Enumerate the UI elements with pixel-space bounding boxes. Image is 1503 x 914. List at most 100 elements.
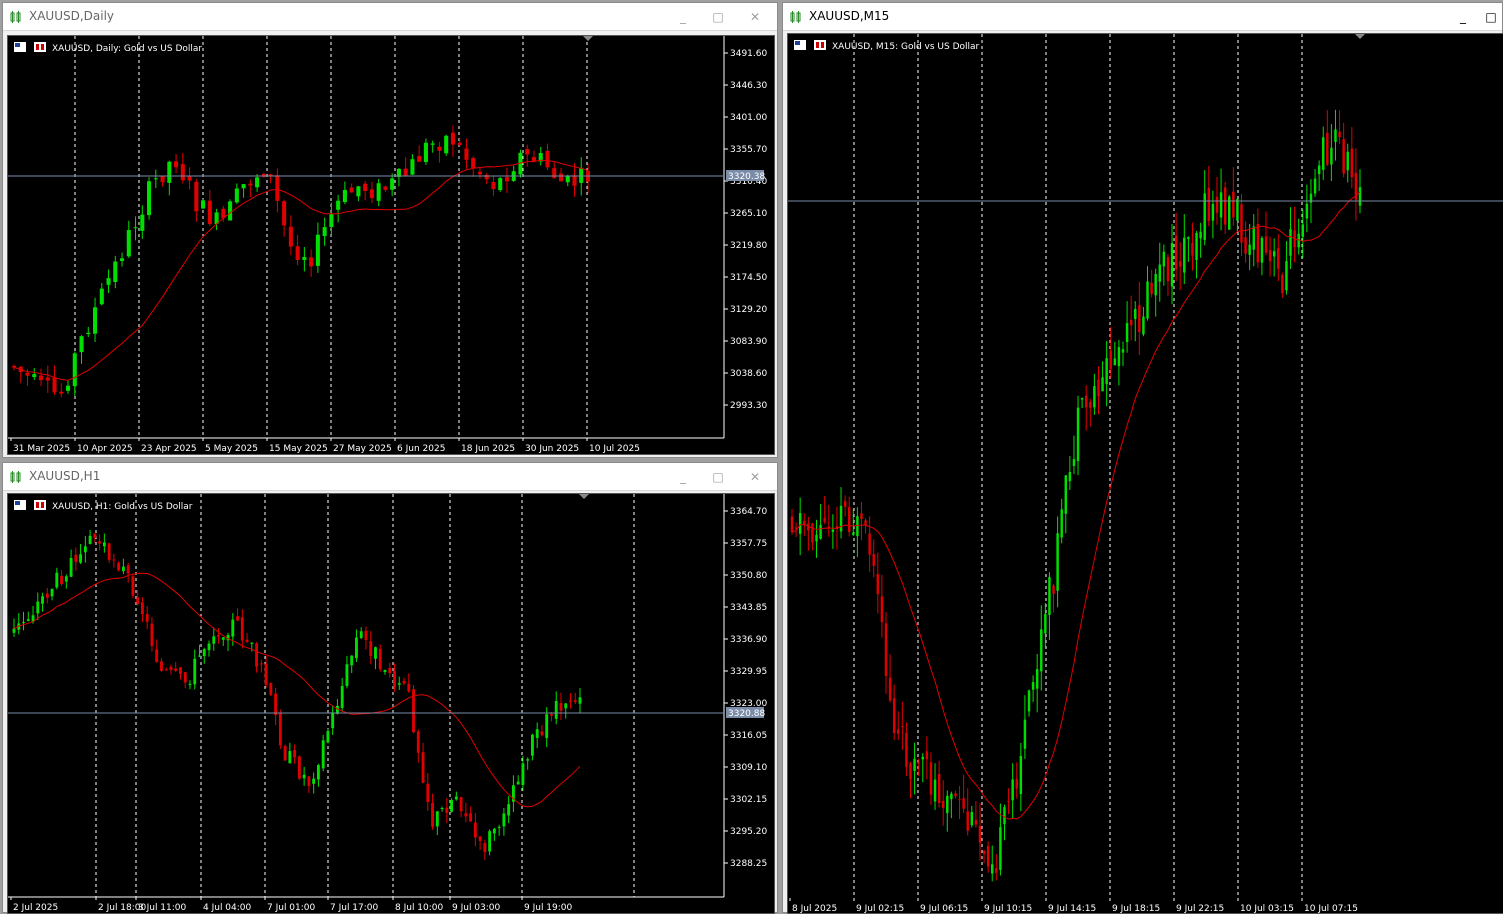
- titlebar-m15[interactable]: XAUUSD,M15 _ □: [783, 3, 1502, 31]
- candle-body: [535, 729, 539, 738]
- candle-body: [198, 655, 201, 657]
- candle-body: [1170, 243, 1174, 287]
- candle-body: [925, 751, 929, 760]
- chart-area-h1[interactable]: XAUUSD, H1: Gold vs US Dollar 3364.70 3357…: [7, 493, 775, 914]
- candle-body: [117, 562, 121, 571]
- candle-body: [288, 226, 293, 247]
- titlebar-daily[interactable]: XAUUSD,Daily _ □ ✕: [3, 3, 777, 31]
- candle-body: [1101, 377, 1104, 392]
- candle-body: [1301, 224, 1305, 237]
- window-daily[interactable]: XAUUSD,Daily _ □ ✕ XAUUSD, Daily: Gold v…: [2, 2, 778, 458]
- close-button[interactable]: ✕: [747, 469, 763, 485]
- candle-body: [302, 774, 306, 779]
- candle-body: [402, 680, 406, 684]
- candle-body: [331, 712, 335, 729]
- candle-body: [1178, 261, 1182, 267]
- candle-body: [492, 828, 496, 834]
- window-m15[interactable]: XAUUSD,M15 _ □ XAUUSD, M15: Gold vs US D…: [782, 2, 1503, 914]
- candle-body: [545, 150, 550, 168]
- candle-body: [65, 385, 71, 391]
- candle-body: [1211, 204, 1215, 221]
- candle-body: [107, 543, 111, 560]
- candle-body: [440, 807, 444, 809]
- candle-body: [410, 159, 415, 175]
- candle-body: [228, 201, 233, 221]
- candle-body: [374, 647, 377, 659]
- minimize-button[interactable]: _: [675, 9, 691, 25]
- close-button[interactable]: ✕: [747, 9, 763, 25]
- candle-body: [397, 683, 401, 685]
- candle-body: [444, 135, 449, 154]
- candle-body: [383, 669, 387, 673]
- window-h1[interactable]: XAUUSD,H1 _ □ ✕ XAUUSD, H1: Gold vs US D…: [2, 462, 778, 914]
- candle-body: [69, 557, 73, 577]
- candle-body: [1048, 577, 1051, 615]
- candle-body: [1040, 629, 1043, 672]
- candle-body: [255, 643, 258, 667]
- y-tick-label: 3129.20: [730, 305, 767, 315]
- x-tick-label: 9 Jul 03:00: [452, 903, 501, 913]
- y-tick-label: 3329.95: [730, 667, 767, 677]
- candle-body: [897, 729, 900, 734]
- titlebar-h1[interactable]: XAUUSD,H1 _ □ ✕: [3, 463, 777, 491]
- maximize-button[interactable]: □: [710, 469, 726, 485]
- minimize-button[interactable]: _: [1455, 9, 1471, 25]
- candle-body: [941, 800, 945, 808]
- chart-type-icon: [34, 500, 46, 510]
- candle-body: [147, 181, 152, 216]
- candle-body: [98, 541, 102, 544]
- maximize-button[interactable]: □: [710, 9, 726, 25]
- y-tick-label: 3343.85: [730, 603, 767, 613]
- candle-body: [1105, 358, 1108, 385]
- candle-body: [202, 649, 206, 657]
- candle-body: [231, 619, 235, 637]
- candle-body: [1093, 386, 1096, 408]
- candle-body: [1346, 151, 1349, 171]
- candle-body: [140, 602, 144, 615]
- minimize-button[interactable]: _: [675, 469, 691, 485]
- candle-body: [966, 811, 969, 831]
- candle-body: [79, 336, 84, 353]
- candle-body: [1264, 236, 1268, 253]
- candle-body: [407, 683, 411, 692]
- y-tick-label: 3491.60: [730, 49, 767, 59]
- candle-body: [25, 372, 30, 376]
- candle-body: [1256, 223, 1260, 263]
- candle-body: [929, 762, 933, 795]
- candle-body: [450, 800, 454, 812]
- candle-body: [423, 142, 428, 163]
- candle-body: [315, 234, 320, 266]
- candle-body: [1031, 682, 1035, 690]
- candle-body: [516, 781, 520, 785]
- candle-body: [26, 619, 30, 622]
- candle-body: [1203, 193, 1206, 240]
- maximize-button[interactable]: □: [1483, 9, 1499, 25]
- candle-body: [1338, 131, 1341, 138]
- candle-body: [815, 534, 818, 542]
- chart-area-daily[interactable]: XAUUSD, Daily: Gold vs US Dollar 3491.60 3…: [7, 35, 775, 455]
- candle-body: [578, 697, 582, 704]
- y-tick-label: 3350.80: [730, 571, 767, 581]
- chart-area-m15[interactable]: XAUUSD, M15: Gold vs US Dollar 8 Jul 2025…: [787, 33, 1503, 914]
- shift-marker: [579, 494, 589, 499]
- candle-body: [1154, 273, 1157, 296]
- candle-body: [174, 161, 179, 168]
- candle-body: [376, 183, 381, 201]
- candle-body: [145, 614, 149, 622]
- candle-body: [345, 664, 349, 686]
- candle-body: [106, 278, 111, 285]
- candle-body: [1044, 613, 1047, 634]
- candle-chart-icon: [790, 11, 801, 23]
- candle-body: [1052, 585, 1055, 594]
- candle-body: [545, 714, 549, 739]
- candle-body: [1313, 178, 1317, 194]
- candle-body: [1072, 459, 1076, 466]
- candle-body: [193, 658, 197, 685]
- candle-body: [469, 813, 473, 822]
- y-tick-label: 3295.20: [730, 827, 767, 837]
- y-tick-label: 3309.10: [730, 763, 767, 773]
- candle-body: [1334, 129, 1337, 142]
- x-tick-label: 18 Jun 2025: [461, 444, 515, 454]
- moving-average-line: [13, 159, 589, 381]
- candle-body: [1084, 395, 1088, 408]
